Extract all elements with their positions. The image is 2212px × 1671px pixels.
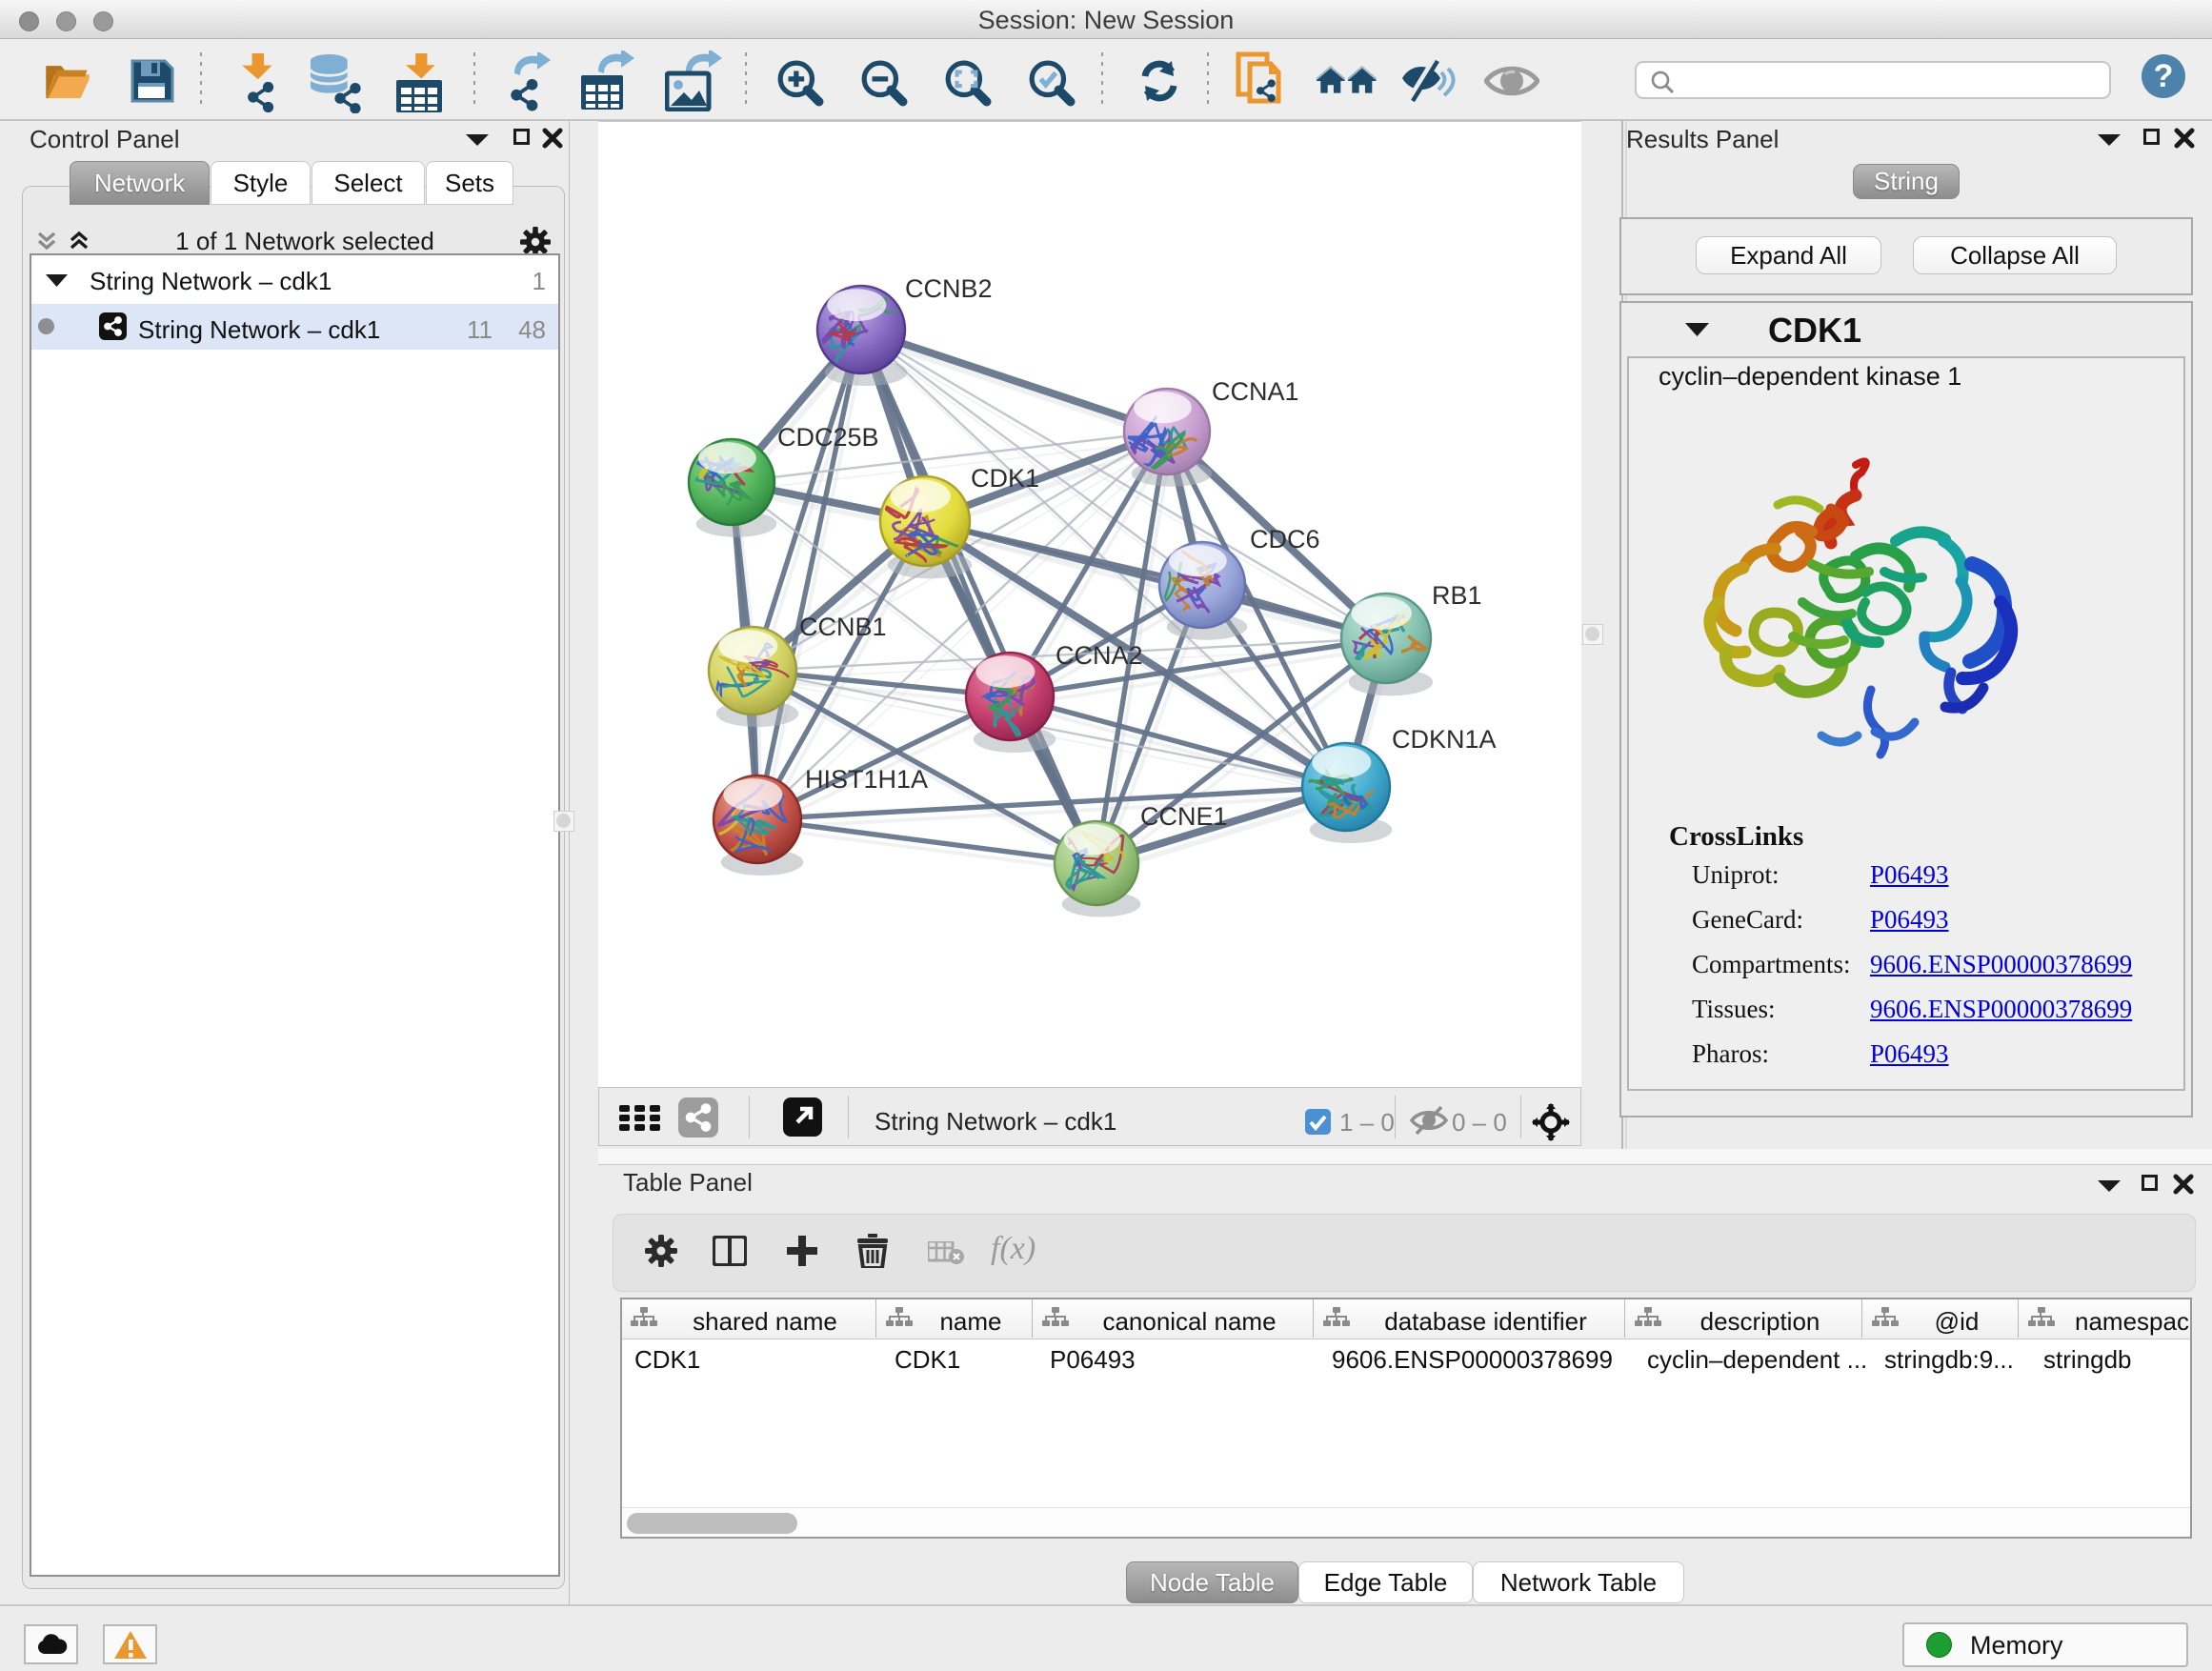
svg-text:CDK1: CDK1 — [971, 464, 1039, 493]
svg-text:HIST1H1A: HIST1H1A — [805, 765, 928, 794]
svg-text:RB1: RB1 — [1432, 581, 1482, 610]
svg-text:CCNE1: CCNE1 — [1140, 802, 1228, 831]
svg-text:CCNB2: CCNB2 — [905, 274, 993, 303]
svg-text:CCNA2: CCNA2 — [1056, 641, 1143, 670]
svg-text:CDC25B: CDC25B — [777, 423, 879, 452]
svg-text:CCNB1: CCNB1 — [799, 613, 887, 641]
svg-text:CDKN1A: CDKN1A — [1392, 725, 1497, 754]
svg-text:CDC6: CDC6 — [1250, 525, 1320, 554]
svg-text:CCNA1: CCNA1 — [1212, 377, 1299, 406]
